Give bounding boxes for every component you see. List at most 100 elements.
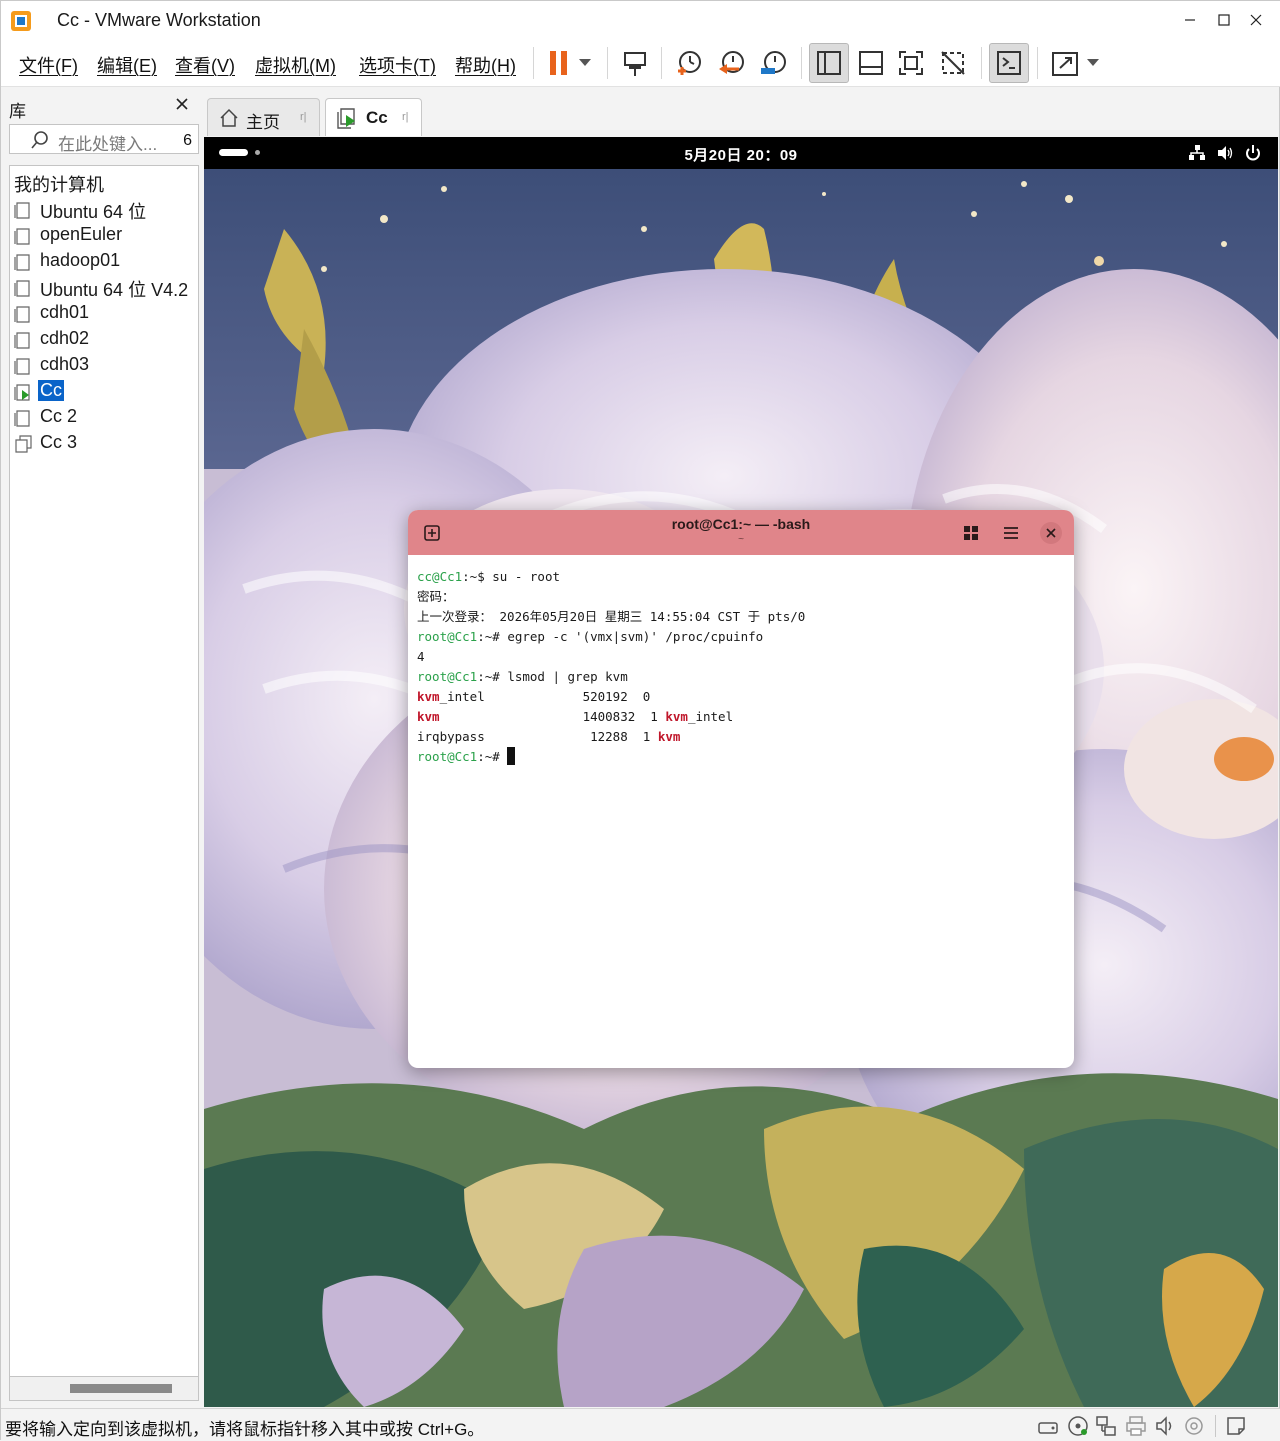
close-window-button[interactable] — [1233, 1, 1279, 39]
home-icon — [220, 108, 238, 127]
full-screen-button[interactable] — [891, 43, 931, 83]
tree-item-ubuntu-64-v42[interactable]: Ubuntu 64 位 V4.2 — [14, 275, 198, 300]
scrollbar-thumb[interactable] — [70, 1384, 172, 1393]
toolbar-separator — [661, 47, 662, 79]
show-thumbnail-button[interactable] — [851, 43, 891, 83]
network-adapter-icon[interactable] — [1095, 1415, 1117, 1437]
tree-item-hadoop01[interactable]: hadoop01 — [14, 249, 198, 273]
cdrom-icon[interactable] — [1067, 1415, 1089, 1437]
module-match: kvm — [417, 689, 440, 704]
terminal-line: root@Cc1:~# — [417, 747, 805, 767]
used-by-match: kvm — [665, 709, 688, 724]
hdd-icon[interactable] — [1037, 1415, 1059, 1437]
vm-running-icon — [337, 108, 355, 129]
guest-top-bar: 5月20日 20：09 — [204, 137, 1278, 169]
module-name: _intel — [439, 689, 485, 704]
tree-item-label: openEuler — [40, 224, 123, 244]
stretch-dropdown-button[interactable] — [1079, 43, 1107, 83]
terminal-window[interactable]: root@Cc1:~ — -bash ~ cc@Cc1:~$ su - root… — [408, 510, 1074, 1068]
menu-help[interactable]: 帮助(H) — [455, 52, 516, 78]
tree-item-openeuler[interactable]: openEuler — [14, 223, 198, 247]
module-name: irqbypass — [417, 729, 485, 744]
toolbar-separator — [533, 47, 534, 79]
tab-cc[interactable]: Cc r| — [325, 98, 422, 136]
terminal-menu-button[interactable] — [1000, 522, 1022, 544]
toolbar-separator — [607, 47, 608, 79]
tree-item-cc-3[interactable]: Cc 3 — [14, 431, 198, 455]
vm-running-icon — [14, 384, 30, 401]
tree-item-label: cdh02 — [40, 328, 90, 348]
terminal-line: 上一次登录： 2026年05月20日 星期三 14:55:04 CST 于 pt… — [417, 609, 806, 624]
show-library-icon — [817, 51, 841, 75]
volume-icon[interactable] — [1216, 144, 1234, 162]
usb-icon[interactable] — [1183, 1415, 1205, 1437]
maximize-icon — [1218, 14, 1230, 26]
power-dropdown-button[interactable] — [571, 43, 599, 83]
vm-off-icon — [14, 306, 30, 323]
tree-item-label: hadoop01 — [40, 250, 121, 270]
search-count: 6 — [183, 132, 192, 149]
terminal-line: 4 — [417, 649, 425, 664]
vm-clone-icon — [15, 435, 32, 453]
menu-file[interactable]: 文件(F) — [19, 52, 78, 78]
tab-label: 主页 — [246, 113, 280, 132]
vm-display[interactable]: 5月20日 20：09 root@Cc1:~ — -bash ~ cc@Cc1:… — [204, 137, 1278, 1407]
library-search-input[interactable]: 在此处键入... 6 — [9, 124, 199, 154]
window-title: Cc - VMware Workstation — [57, 10, 261, 30]
prompt-path: :~# — [477, 749, 508, 764]
terminal-headerbar: root@Cc1:~ — -bash ~ — [408, 510, 1074, 555]
minimize-icon — [1185, 19, 1195, 21]
command-text: egrep -c '(vmx|svm)' /proc/cpuinfo — [507, 629, 764, 644]
sound-icon[interactable] — [1155, 1415, 1177, 1437]
tree-item-cdh03[interactable]: cdh03 — [14, 353, 198, 377]
tab-overview-button[interactable] — [960, 522, 982, 544]
guest-clock[interactable]: 5月20日 20：09 — [204, 144, 1278, 165]
close-icon — [176, 98, 188, 110]
tab-close-icon[interactable]: r| — [402, 111, 409, 123]
tab-close-icon[interactable]: r| — [300, 111, 307, 123]
vmware-window: Cc - VMware Workstation 文件(F) 编辑(E) 查看(V… — [0, 0, 1280, 1441]
tree-item-ubuntu-64[interactable]: Ubuntu 64 位 — [14, 197, 198, 222]
menu-vm[interactable]: 虚拟机(M) — [255, 52, 336, 78]
library-tree: 我的计算机 Ubuntu 64 位 openEuler hadoop01 Ubu… — [9, 165, 199, 1377]
revert-snapshot-button[interactable] — [711, 43, 751, 83]
tree-item-cdh02[interactable]: cdh02 — [14, 327, 198, 351]
take-snapshot-button[interactable] — [669, 43, 709, 83]
power-icon[interactable] — [1244, 144, 1262, 162]
console-view-icon — [997, 51, 1021, 75]
menu-view[interactable]: 查看(V) — [175, 52, 235, 78]
library-close-button[interactable] — [175, 95, 189, 116]
prompt-user-host: root@Cc1 — [417, 669, 478, 684]
tree-item-label: Ubuntu 64 位 V4.2 — [40, 280, 189, 300]
grid-icon — [964, 526, 978, 540]
show-library-button[interactable] — [809, 43, 849, 83]
terminal-close-button[interactable] — [1040, 522, 1062, 544]
command-text: su - root — [492, 569, 560, 584]
lsmod-row: irqbypass 12288 1 kvm — [417, 727, 805, 747]
tab-home[interactable]: 主页 r| — [207, 98, 320, 136]
console-view-button[interactable] — [989, 43, 1029, 83]
send-ctrl-alt-del-button[interactable] — [615, 43, 655, 83]
vm-off-icon — [14, 410, 30, 427]
tree-item-cdh01[interactable]: cdh01 — [14, 301, 198, 325]
message-icon[interactable] — [1225, 1415, 1247, 1437]
prompt-path: :~# — [477, 669, 508, 684]
full-screen-icon — [899, 51, 923, 75]
tree-item-cc-2[interactable]: Cc 2 — [14, 405, 198, 429]
menu-edit[interactable]: 编辑(E) — [97, 52, 157, 78]
lsmod-row: kvm_intel 520192 0 — [417, 687, 805, 707]
pause-icon — [550, 51, 567, 75]
snapshot-manager-button[interactable] — [753, 43, 793, 83]
menu-tabs[interactable]: 选项卡(T) — [359, 52, 436, 78]
status-message: 要将输入定向到该虚拟机，请将鼠标指针移入其中或按 Ctrl+G。 — [5, 1420, 485, 1439]
module-columns: 520192 0 — [484, 689, 651, 704]
library-horizontal-scrollbar[interactable] — [9, 1377, 199, 1401]
search-placeholder: 在此处键入... — [58, 135, 158, 154]
tree-root-my-computer[interactable]: 我的计算机 — [14, 171, 104, 197]
terminal-output[interactable]: cc@Cc1:~$ su - root 密码： 上一次登录： 2026年05月2… — [417, 567, 805, 767]
tree-item-cc[interactable]: Cc — [14, 379, 198, 403]
network-icon[interactable] — [1188, 144, 1206, 162]
prompt-user-host: root@Cc1 — [417, 749, 478, 764]
printer-icon[interactable] — [1125, 1415, 1147, 1437]
unity-button[interactable] — [933, 43, 973, 83]
